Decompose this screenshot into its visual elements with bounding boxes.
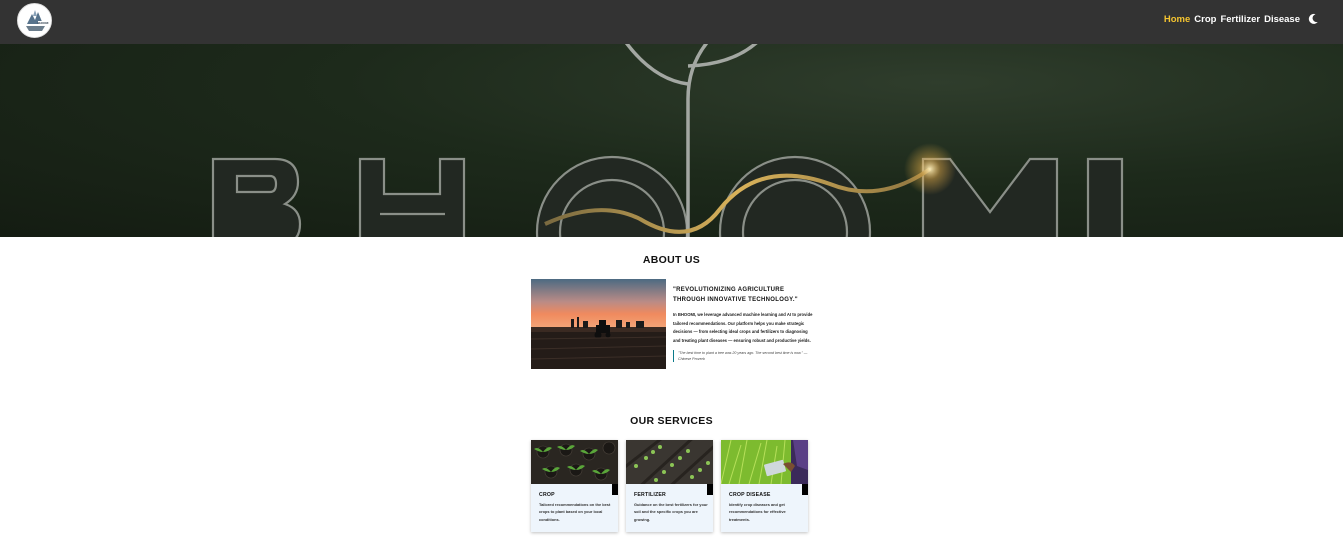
service-card-title: FERTILIZER [634,492,666,498]
hero-wordmark-graphic [211,44,1124,237]
about-text-block: "REVOLUTIONIZING AGRICULTURE THROUGH INN… [673,285,813,363]
about-headline: "REVOLUTIONIZING AGRICULTURE THROUGH INN… [673,287,798,303]
card-accent-strip [707,484,713,495]
top-navbar: BHOOMI Home Crop Fertilizer Disease [0,0,1343,44]
service-card-fertilizer[interactable]: FERTILIZER Guidance on the best fertiliz… [626,440,713,532]
tractor-sunset-photo [531,279,666,369]
bhoomi-logo-icon[interactable]: BHOOMI [17,3,52,38]
card-accent-strip [802,484,808,495]
moon-icon[interactable] [1307,13,1319,25]
card-accent-strip [612,484,618,495]
soil-sprouts-photo [626,440,713,484]
services-section-title: OUR SERVICES [630,415,713,427]
seedlings-photo [531,440,618,484]
logo-wordmark: BHOOMI [38,21,49,25]
service-card-description: Guidance on the best fertilizers for you… [634,502,708,522]
service-card-crop-disease[interactable]: CROP DISEASE Identify crop diseases and … [721,440,808,532]
service-card-title: CROP DISEASE [729,492,771,498]
nav-crop[interactable]: Crop [1194,14,1216,25]
service-card-description: Identify crop diseases and get recommend… [729,502,786,522]
about-body: In BHOOMI, we leverage advanced machine … [673,312,813,343]
field-tablet-photo [721,440,808,484]
service-card-crop[interactable]: CROP Tailored recommendations on the bes… [531,440,618,532]
hero-banner [0,44,1343,237]
about-section-title: ABOUT US [642,254,701,266]
service-card-title: CROP [539,492,555,498]
about-quote: "The best time to plant a tree was 20 ye… [673,350,809,363]
main-nav: Home Crop Fertilizer Disease [1164,13,1319,25]
nav-fertilizer[interactable]: Fertilizer [1220,14,1260,25]
service-card-description: Tailored recommendations on the best cro… [539,502,611,522]
nav-disease[interactable]: Disease [1264,14,1300,25]
nav-home[interactable]: Home [1164,14,1190,25]
